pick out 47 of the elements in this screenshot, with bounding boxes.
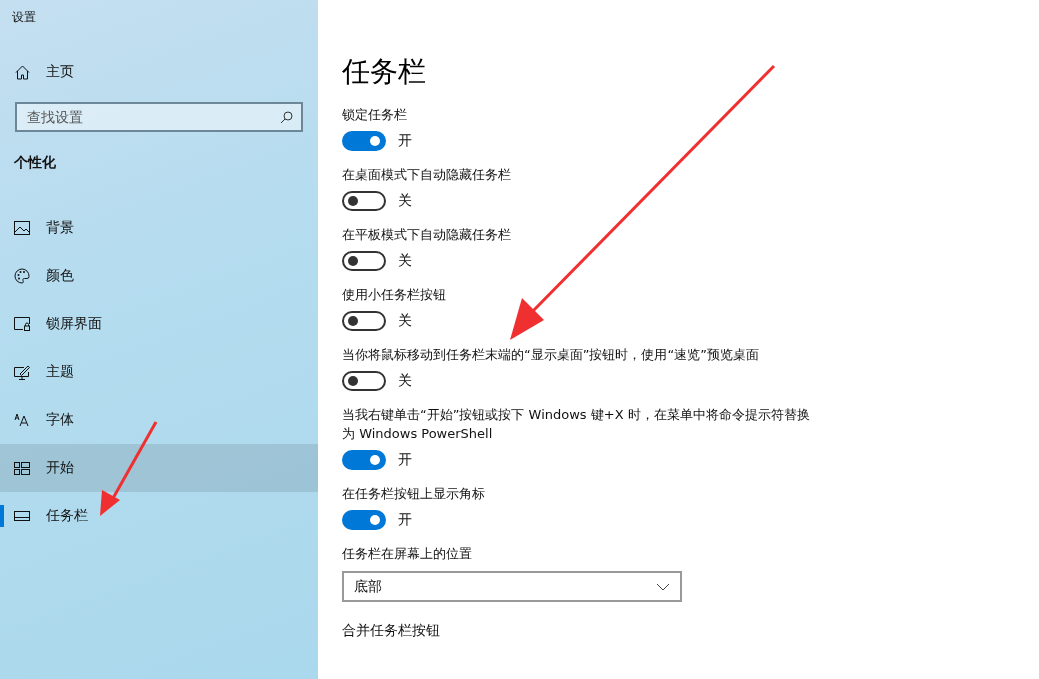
section-heading: 个性化 xyxy=(13,154,57,172)
toggle-state: 开 xyxy=(398,511,412,529)
setting-label: 任务栏在屏幕上的位置 xyxy=(342,545,473,563)
home-item[interactable]: 主页 xyxy=(0,50,318,94)
home-icon xyxy=(15,64,30,80)
toggle-switch[interactable] xyxy=(342,510,386,530)
setting-label: 使用小任务栏按钮 xyxy=(342,286,447,304)
window-title: 设置 xyxy=(11,9,37,26)
font-icon xyxy=(14,413,30,427)
brush-monitor-icon xyxy=(14,364,30,380)
search-icon xyxy=(280,111,293,124)
toggle-state: 开 xyxy=(398,132,412,150)
nav-item[interactable]: 颜色 xyxy=(0,252,318,300)
tiles-icon xyxy=(14,461,30,475)
toggle-switch[interactable] xyxy=(342,311,386,331)
nav-item[interactable]: 字体 xyxy=(0,396,318,444)
setting-label: 当你将鼠标移动到任务栏末端的“显示桌面”按钮时，使用“速览”预览桌面 xyxy=(342,346,760,364)
nav-item[interactable]: 主题 xyxy=(0,348,318,396)
toggle-state: 关 xyxy=(398,372,412,390)
toggle-switch[interactable] xyxy=(342,191,386,211)
toggle-switch[interactable] xyxy=(342,371,386,391)
palette-icon xyxy=(14,268,30,284)
taskbar-icon xyxy=(14,511,30,521)
setting-label: 在桌面模式下自动隐藏任务栏 xyxy=(342,166,512,184)
page-title: 任务栏 xyxy=(342,54,427,90)
toggle-switch[interactable] xyxy=(342,251,386,271)
picture-icon xyxy=(14,221,30,235)
toggle-switch[interactable] xyxy=(342,131,386,151)
setting-label: 在平板模式下自动隐藏任务栏 xyxy=(342,226,512,244)
lock-screen-icon xyxy=(14,317,30,331)
toggle-state: 开 xyxy=(398,451,412,469)
toggle-state: 关 xyxy=(398,312,412,330)
toggle-state: 关 xyxy=(398,192,412,210)
setting-label: 当我右键单击“开始”按钮或按下 Windows 键+X 时，在菜单中将命令提示符替换为 Windows PowerShell xyxy=(342,406,811,443)
nav-item[interactable]: 背景 xyxy=(0,204,318,252)
toggle-switch[interactable] xyxy=(342,450,386,470)
chevron-down-icon xyxy=(656,582,670,591)
selection-bar xyxy=(0,505,4,527)
setting-label: 合并任务栏按钮 xyxy=(342,622,441,640)
nav-item[interactable]: 锁屏界面 xyxy=(0,300,318,348)
nav-item[interactable]: 开始 xyxy=(0,444,318,492)
toggle-state: 关 xyxy=(398,252,412,270)
setting-label: 在任务栏按钮上显示角标 xyxy=(342,485,486,503)
position-dropdown[interactable]: 底部 xyxy=(342,571,682,602)
setting-label: 锁定任务栏 xyxy=(342,106,408,124)
nav-item[interactable]: 任务栏 xyxy=(0,492,318,540)
search-field[interactable]: 查找设置 xyxy=(15,102,303,132)
